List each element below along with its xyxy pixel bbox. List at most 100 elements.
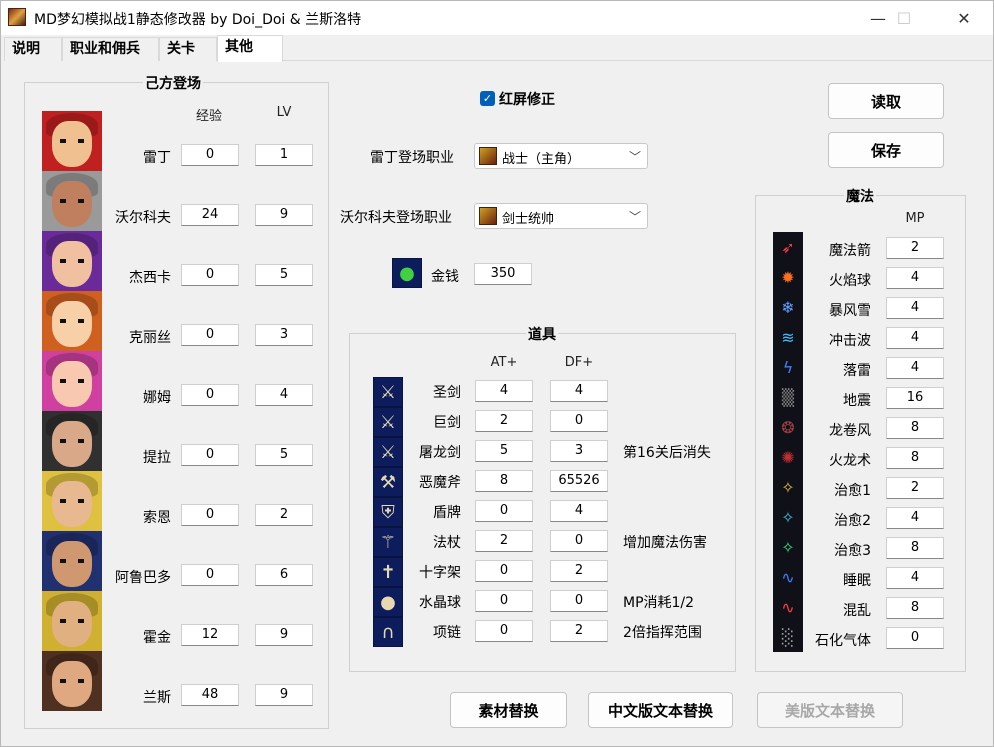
magic-mp-input[interactable]: 16: [886, 387, 944, 409]
magic-mp-input[interactable]: 0: [886, 627, 944, 649]
magic-mp-input[interactable]: 8: [886, 537, 944, 559]
item-at-input[interactable]: 2: [475, 530, 533, 552]
window-title: MD梦幻模拟战1静态修改器 by Doi_Doi & 兰斯洛特: [34, 12, 362, 28]
item-at-input[interactable]: 5: [475, 440, 533, 462]
warrior-class-icon: [479, 147, 497, 165]
item-note: 第16关后消失: [623, 445, 711, 461]
item-df-input[interactable]: 0: [550, 410, 608, 432]
cn-text-replace-button[interactable]: 中文版文本替换: [588, 692, 733, 728]
tab-other[interactable]: 其他: [217, 35, 283, 62]
exp-input[interactable]: 0: [181, 144, 239, 166]
magic-icon: ✧: [781, 477, 795, 497]
df-header: DF+: [564, 355, 594, 370]
close-button[interactable]: ✕: [941, 1, 987, 35]
exp-input[interactable]: 0: [181, 444, 239, 466]
exp-input[interactable]: 0: [181, 324, 239, 346]
magic-mp-input[interactable]: 4: [886, 357, 944, 379]
item-name: 十字架: [419, 565, 461, 581]
red-screen-checkbox[interactable]: ✓: [480, 91, 495, 106]
item-note: 增加魔法伤害: [623, 535, 707, 551]
character-name: 霍金: [143, 630, 171, 646]
item-glyph: ✝: [380, 561, 396, 583]
save-button[interactable]: 保存: [828, 132, 944, 168]
item-at-input[interactable]: 0: [475, 590, 533, 612]
magic-name: 治愈3: [834, 543, 871, 559]
magic-icon: ➶: [781, 237, 795, 257]
item-at-input[interactable]: 0: [475, 620, 533, 642]
magic-mp-input[interactable]: 4: [886, 297, 944, 319]
magic-mp-input[interactable]: 4: [886, 327, 944, 349]
lv-input[interactable]: 2: [255, 504, 313, 526]
portrait-image: [42, 471, 102, 531]
magic-mp-input[interactable]: 4: [886, 507, 944, 529]
lv-input[interactable]: 5: [255, 444, 313, 466]
item-df-input[interactable]: 2: [550, 560, 608, 582]
item-df-input[interactable]: 65526: [550, 470, 608, 492]
exp-input[interactable]: 48: [181, 684, 239, 706]
volkov-class-value: 剑士统帅: [502, 212, 555, 227]
volkov-class-select[interactable]: 剑士统帅 ﹀: [474, 203, 648, 229]
item-df-input[interactable]: 4: [550, 380, 608, 402]
exp-input[interactable]: 12: [181, 624, 239, 646]
magic-name: 治愈2: [834, 513, 871, 529]
item-icon: ⚒: [373, 467, 403, 497]
item-df-input[interactable]: 2: [550, 620, 608, 642]
magic-name: 地震: [843, 393, 871, 409]
exp-input[interactable]: 0: [181, 264, 239, 286]
lv-input[interactable]: 6: [255, 564, 313, 586]
magic-mp-input[interactable]: 8: [886, 597, 944, 619]
exp-input[interactable]: 0: [181, 384, 239, 406]
magic-mp-input[interactable]: 2: [886, 477, 944, 499]
exp-input[interactable]: 0: [181, 504, 239, 526]
portrait-face: [52, 601, 92, 647]
magic-mp-input[interactable]: 8: [886, 447, 944, 469]
lv-input[interactable]: 4: [255, 384, 313, 406]
item-glyph: ⛨: [381, 501, 395, 523]
magic-mp-input[interactable]: 4: [886, 567, 944, 589]
magic-name: 龙卷风: [829, 423, 871, 439]
own-side-title: 己方登场: [143, 73, 203, 93]
red-screen-label: 红屏修正: [499, 92, 555, 108]
magic-mp-input[interactable]: 8: [886, 417, 944, 439]
item-name: 巨剑: [433, 415, 461, 431]
exp-input[interactable]: 24: [181, 204, 239, 226]
portrait-eyes: [60, 559, 84, 563]
item-df-input[interactable]: 4: [550, 500, 608, 522]
items-title: 道具: [526, 324, 558, 344]
magic-mp-input[interactable]: 4: [886, 267, 944, 289]
asset-replace-button[interactable]: 素材替换: [450, 692, 567, 728]
money-input[interactable]: 350: [474, 263, 532, 285]
item-at-input[interactable]: 0: [475, 500, 533, 522]
magic-mp-input[interactable]: 2: [886, 237, 944, 259]
item-icon: ⚚: [373, 527, 403, 557]
item-at-input[interactable]: 8: [475, 470, 533, 492]
character-name: 兰斯: [143, 690, 171, 706]
portrait-face: [52, 301, 92, 347]
tab-class-mercenary[interactable]: 职业和佣兵: [62, 37, 159, 61]
item-at-input[interactable]: 4: [475, 380, 533, 402]
portrait-eyes: [60, 439, 84, 443]
item-df-input[interactable]: 0: [550, 530, 608, 552]
tab-readme[interactable]: 说明: [4, 37, 62, 61]
item-df-input[interactable]: 0: [550, 590, 608, 612]
magic-name: 落雷: [843, 363, 871, 379]
item-df-input[interactable]: 3: [550, 440, 608, 462]
read-button[interactable]: 读取: [828, 83, 944, 119]
item-at-input[interactable]: 0: [475, 560, 533, 582]
lv-input[interactable]: 9: [255, 204, 313, 226]
lv-input[interactable]: 3: [255, 324, 313, 346]
item-at-input[interactable]: 2: [475, 410, 533, 432]
reding-class-select[interactable]: 战士（主角） ﹀: [474, 143, 648, 169]
character-name: 阿鲁巴多: [115, 570, 171, 586]
item-glyph: ∩: [381, 621, 395, 643]
portrait-image: [42, 531, 102, 591]
magic-name: 火龙术: [829, 453, 871, 469]
lv-input[interactable]: 1: [255, 144, 313, 166]
lv-input[interactable]: 9: [255, 624, 313, 646]
exp-input[interactable]: 0: [181, 564, 239, 586]
portrait-eyes: [60, 679, 84, 683]
portrait-image: [42, 111, 102, 171]
lv-input[interactable]: 9: [255, 684, 313, 706]
lv-input[interactable]: 5: [255, 264, 313, 286]
tab-stage[interactable]: 关卡: [159, 37, 217, 61]
